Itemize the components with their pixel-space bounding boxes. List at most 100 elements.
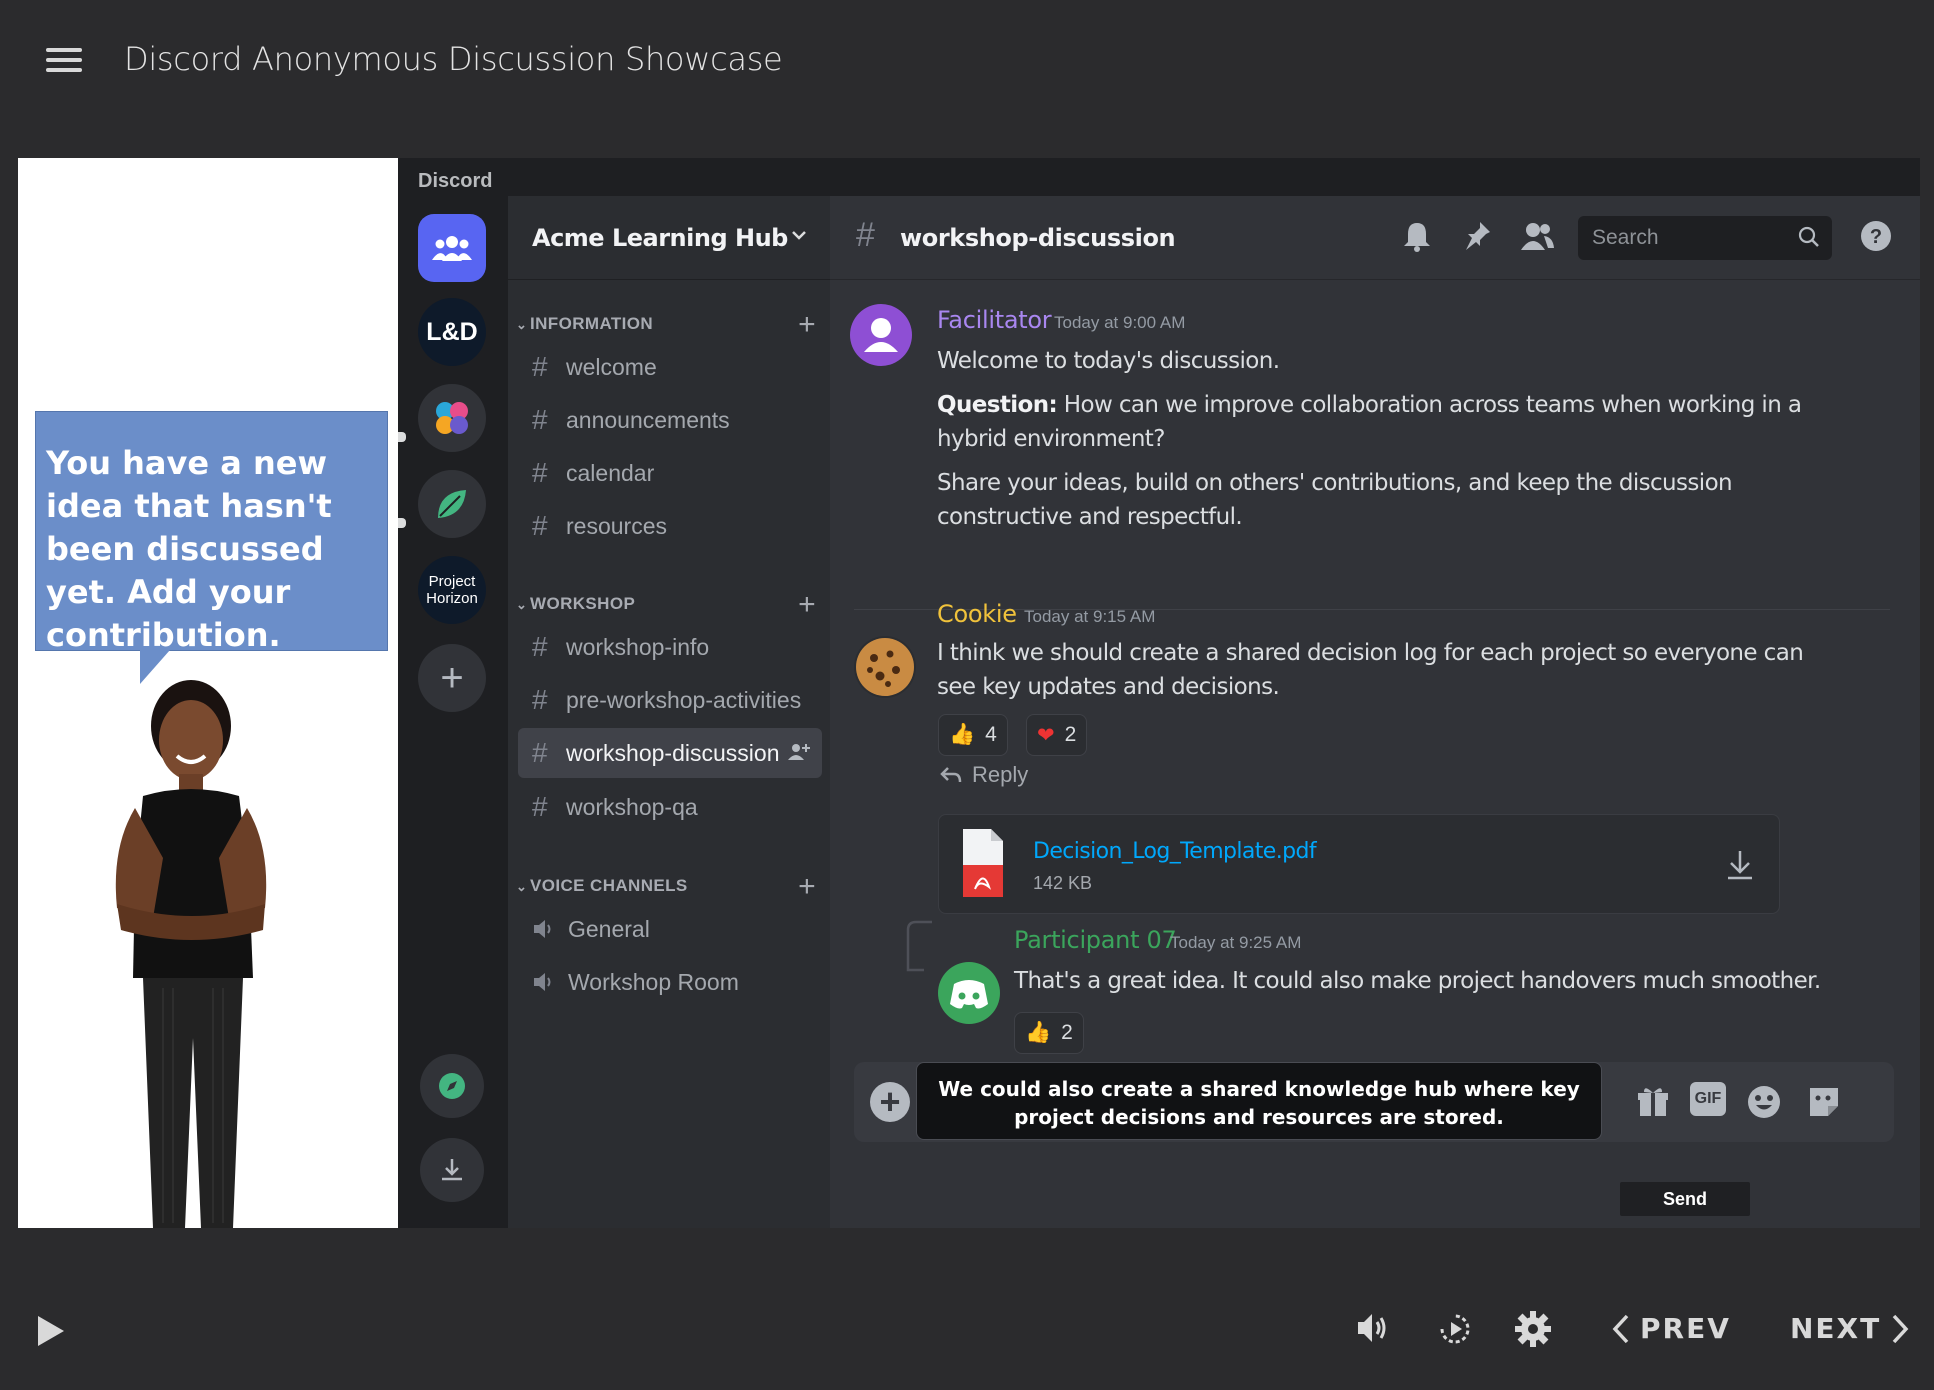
play-icon[interactable] — [36, 1314, 66, 1348]
message-author[interactable]: Cookie — [937, 600, 1017, 628]
hash-icon: # — [532, 510, 548, 541]
hash-icon: # — [532, 457, 548, 488]
download-apps-button[interactable] — [420, 1138, 484, 1202]
caret-icon: ⌄ — [516, 317, 528, 332]
volume-icon[interactable] — [1354, 1310, 1394, 1346]
download-icon[interactable] — [1725, 849, 1755, 881]
message-text: Welcome to today's discussion. — [937, 348, 1280, 374]
speech-bubble: You have a new idea that hasn't been dis… — [35, 411, 388, 684]
pin-icon[interactable] — [1462, 220, 1492, 252]
message-timestamp: Today at 9:15 AM — [1024, 607, 1156, 626]
channel-workshop-discussion[interactable]: # workshop-discussion — [518, 728, 822, 778]
settings-gear-icon[interactable] — [1514, 1310, 1552, 1348]
add-server-button[interactable]: + — [418, 644, 486, 712]
caret-icon: ⌄ — [516, 879, 528, 894]
category-workshop[interactable]: ⌄ WORKSHOP + — [516, 588, 816, 621]
reaction-thumbs-up[interactable]: 👍 2 — [1014, 1012, 1084, 1054]
server-rail: L&D Project Horizon + — [398, 196, 508, 1228]
emoji-icon[interactable] — [1746, 1084, 1782, 1120]
channel-workshop-qa[interactable]: # workshop-qa — [518, 782, 822, 832]
server-home-button[interactable] — [418, 214, 486, 282]
user-icon — [864, 318, 898, 352]
server-project-horizon[interactable]: Project Horizon — [418, 556, 486, 624]
message-author[interactable]: Participant 07 — [1014, 926, 1177, 954]
reply-button[interactable]: Reply — [940, 762, 1028, 788]
voice-channel-workshop-room[interactable]: Workshop Room — [518, 957, 822, 1007]
add-member-icon[interactable] — [788, 742, 810, 762]
hash-icon: # — [532, 631, 548, 662]
player-header: Discord Anonymous Discussion Showcase — [0, 0, 1934, 120]
channel-workshop-info[interactable]: # workshop-info — [518, 622, 822, 672]
attachment-size: 142 KB — [1033, 873, 1093, 893]
cookie-avatar[interactable] — [854, 636, 916, 698]
channel-announcements[interactable]: # announcements — [518, 395, 822, 445]
chevron-down-icon — [792, 231, 806, 240]
compass-icon — [439, 1073, 465, 1099]
add-channel-icon[interactable]: + — [798, 308, 816, 342]
category-voice-channels[interactable]: ⌄ VOICE CHANNELS + — [516, 870, 816, 903]
explore-button[interactable] — [420, 1054, 484, 1118]
slide: You have a new idea that hasn't been dis… — [18, 158, 1920, 1228]
search-icon — [1798, 226, 1819, 247]
chevron-right-icon — [1892, 1314, 1909, 1343]
add-channel-icon[interactable]: + — [798, 870, 816, 904]
reply-connector-icon — [906, 920, 932, 972]
replay-icon[interactable] — [1436, 1310, 1474, 1348]
plus-icon: + — [440, 656, 464, 700]
prev-button[interactable]: PREV — [1612, 1312, 1731, 1345]
attach-plus-button[interactable]: + — [870, 1082, 910, 1122]
character-illustration — [115, 680, 267, 1228]
message-text: Share your ideas, build on others' contr… — [937, 470, 1733, 530]
gif-button[interactable]: GIF — [1690, 1082, 1726, 1116]
attachment-filename[interactable]: Decision_Log_Template.pdf — [1033, 839, 1317, 864]
facilitator-avatar[interactable] — [850, 304, 912, 366]
thumbs-up-icon: 👍 — [949, 723, 976, 746]
help-icon[interactable]: ? — [1860, 220, 1892, 252]
hash-icon: # — [532, 737, 548, 768]
speaker-icon — [534, 973, 551, 991]
hash-icon: # — [532, 404, 548, 435]
channel-welcome[interactable]: # welcome — [518, 342, 822, 392]
voice-channel-general[interactable]: General — [518, 904, 822, 954]
server-ld[interactable]: L&D — [418, 298, 486, 366]
server-unread-pill — [398, 518, 406, 528]
menu-icon[interactable] — [46, 48, 82, 72]
message-timestamp: Today at 9:25 AM — [1170, 933, 1302, 952]
discord-logo-icon — [950, 980, 988, 1009]
channel-calendar[interactable]: # calendar — [518, 448, 822, 498]
chat-channel-name: workshop-discussion — [900, 224, 1176, 252]
file-attachment[interactable]: Decision_Log_Template.pdf 142 KB — [938, 814, 1780, 914]
bell-icon[interactable] — [1402, 220, 1432, 252]
discord-window: Discord L&D Project Horizon + Acme Learn… — [398, 158, 1920, 1228]
server-leaf[interactable] — [418, 470, 486, 538]
reaction-heart[interactable]: ❤ 2 — [1026, 714, 1088, 756]
suggestion-tooltip[interactable]: We could also create a shared knowledge … — [916, 1062, 1602, 1140]
message-author[interactable]: Facilitator — [937, 306, 1052, 334]
add-channel-icon[interactable]: + — [798, 588, 816, 622]
search-input[interactable]: Search — [1578, 216, 1832, 260]
participant-avatar[interactable] — [938, 962, 1000, 1024]
server-colorful[interactable] — [418, 384, 486, 452]
cookie-icon — [856, 638, 914, 696]
category-information[interactable]: ⌄ INFORMATION + — [516, 308, 816, 341]
server-header[interactable]: Acme Learning Hub — [508, 196, 830, 280]
sticker-icon[interactable] — [1806, 1084, 1842, 1120]
channel-resources[interactable]: # resources — [518, 501, 822, 551]
heart-icon: ❤ — [1037, 723, 1055, 747]
message-timestamp: Today at 9:00 AM — [1054, 313, 1186, 332]
download-icon — [442, 1159, 462, 1181]
reply-icon — [940, 767, 962, 783]
send-button[interactable]: Send — [1620, 1182, 1750, 1216]
server-name: Acme Learning Hub — [532, 224, 788, 252]
next-button[interactable]: NEXT — [1790, 1312, 1909, 1345]
message-text: That's a great idea. It could also make … — [1014, 968, 1821, 994]
reaction-thumbs-up[interactable]: 👍 4 — [938, 714, 1008, 756]
colorful-logo-icon — [436, 402, 468, 434]
members-icon[interactable] — [1520, 220, 1554, 252]
gift-icon[interactable] — [1636, 1084, 1670, 1118]
leaf-icon — [438, 490, 466, 518]
message-composer: + We could also create a shared knowledg… — [854, 1062, 1894, 1142]
channel-pre-workshop-activities[interactable]: # pre-workshop-activities — [518, 675, 822, 725]
plus-icon: + — [879, 1081, 901, 1122]
svg-text:?: ? — [1870, 226, 1882, 248]
